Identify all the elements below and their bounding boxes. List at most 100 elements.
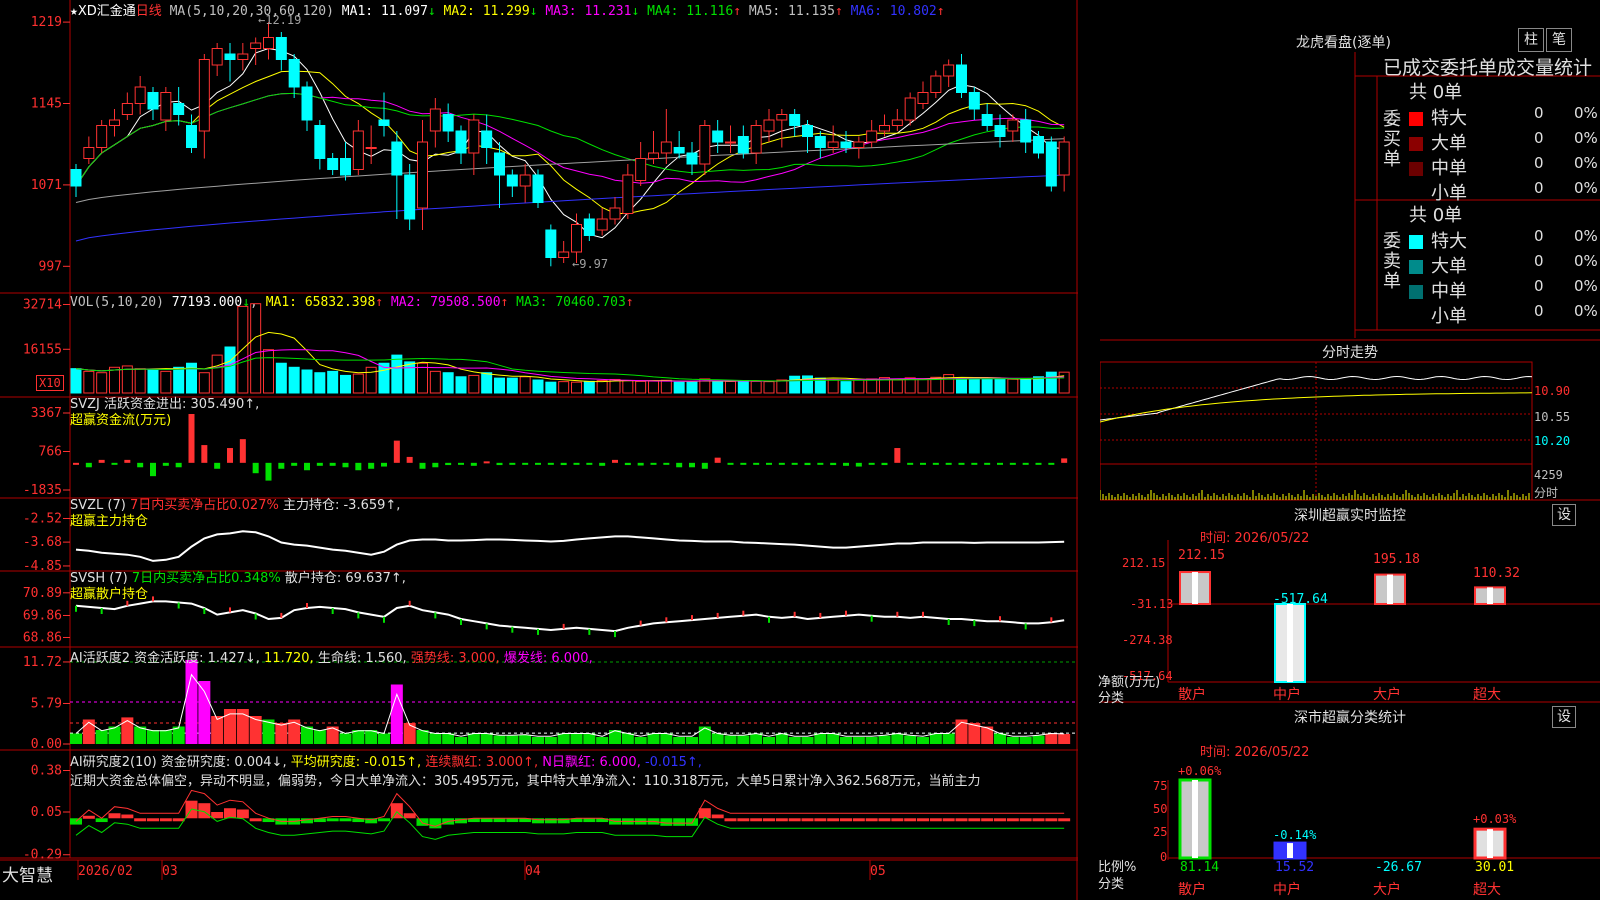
svzj-bar [432,462,439,468]
ai-res-bar [339,818,352,822]
bar-mode-button[interactable]: 柱 [1518,28,1544,52]
volume-bar [648,380,659,394]
volume-bar [263,349,274,394]
svzj-bar [381,462,387,467]
ma-label-3: MA3: [537,4,585,19]
main-chart-area[interactable]: 1219 1145 1071 997 ←12.19 ←9.97 32714 16155 3367… [0,0,1100,900]
ai-act-bar [698,726,711,744]
svzj-bar [778,462,785,465]
volume-bar [956,377,967,394]
ma-label-6: MA6: [842,4,890,19]
svzl-line2: 超赢主力持仓 [70,514,149,529]
volume-bar [917,378,929,394]
sz-category-label-3: 大户 [1373,687,1401,703]
tick-mode-button[interactable]: 笔 [1546,28,1572,52]
buy-color-swatch-icon [1409,112,1423,126]
sz-category-label-1: 散户 [1178,687,1206,703]
svzj-bar [406,456,413,463]
ai-res-bar [544,818,557,824]
ma-value-5: 11.135 [788,4,835,19]
ai-res-bar [724,818,737,822]
ai-act-bar [532,737,544,744]
candle-body [250,42,262,49]
volume-bar [725,380,736,394]
ai-act-bar [724,735,737,744]
ai-act-bar [673,737,686,744]
ai-res-bar [994,818,1006,822]
ai-res-bar [968,818,981,822]
ai-res-bar [673,818,686,826]
volume-bar [327,370,339,394]
ma-value-2: 11.299 [482,4,530,19]
candle-body [237,53,249,60]
svzj-bar [843,462,849,466]
svzj-bar [560,462,567,466]
sz-axis-2: -31.13 [1130,597,1174,611]
volume-bar [173,366,185,394]
svzj-bar [368,462,375,469]
sell-color-swatch-icon [1409,285,1423,299]
ai-res-avg: 平均研究度: -0.015↑, [290,755,422,770]
volume-bar [96,372,108,394]
buy-row-1: 特大 0 0% [1409,104,1599,130]
volume-bar [314,372,326,394]
candle-body [904,97,916,121]
date-label-4: 05 [870,864,886,879]
ai-act-axis-tick-1: 5.79 [31,696,62,711]
candle-body [173,103,185,115]
svzj-bar [894,448,901,463]
svzj-line2: 超赢资金流(万元) [70,413,172,428]
ai-act-bar [596,737,609,744]
svzj-bar [1022,462,1029,465]
candle-body [1045,141,1057,187]
ai-act-bar [442,733,455,744]
svzj-bar [984,462,991,465]
svsh-axis-tick-1: 69.86 [23,608,62,623]
sell-row-pct: 0% [1574,227,1598,245]
svzj-axis-tick-2: -1835 [23,483,62,498]
candle-body [648,152,659,159]
volume-bar [288,366,300,394]
ai-act-bar [198,681,211,744]
volume-bar [994,378,1006,394]
vol-ma-label-2: MA2: [383,295,431,310]
sz-settings-button[interactable]: 设 [1552,504,1576,526]
buy-row-pct: 0% [1574,154,1598,172]
ai-res-bar [737,818,750,822]
lhb-title: 龙虎看盘(逐单) [1296,35,1391,51]
sz-category-label-2: 中户 [1273,687,1301,703]
candle-body [968,92,980,110]
candle-body [404,174,416,220]
period-label[interactable]: 日线 [136,4,162,19]
volume-bar [481,372,493,394]
svzj-bar [766,462,772,465]
ai-res-bar [852,818,865,822]
sz-value-label-4: 110.32 [1473,566,1520,581]
sm-stats-title: 深市超赢分类统计 [1294,710,1406,726]
buy-color-swatch-icon [1409,162,1423,176]
ai-res-bar [390,803,403,819]
ai-res-bar [955,818,968,822]
sell-row-count: 0 [1534,227,1544,245]
ai-act-title: AI活跃度2 [70,651,130,666]
candle-body [378,119,390,126]
sm-settings-button[interactable]: 设 [1552,706,1576,728]
svsh-title: SVSH (7) [70,571,128,586]
sell-row-3: 中单 0 0% [1409,277,1599,303]
sell-color-swatch-icon [1409,260,1423,274]
svzj-bar [624,462,631,466]
ma-arrow-1: ↓ [427,4,436,19]
svzj-bar [393,440,400,463]
svzj-bar [265,462,272,481]
candle-body [1058,141,1070,176]
volume-bar [134,368,146,394]
vol-title: VOL(5,10,20) [70,295,164,310]
candle-body [83,147,95,159]
brand-label: 大智慧 [2,866,53,886]
ai-act-bar [711,733,724,744]
sz-monitor-title: 深圳超赢实时监控 [1294,508,1406,524]
low-annotation: ←9.97 [572,257,608,271]
ai-act-bar [378,733,390,744]
candle-body [571,224,582,253]
favorite-star-icon[interactable]: ★ [70,4,78,19]
